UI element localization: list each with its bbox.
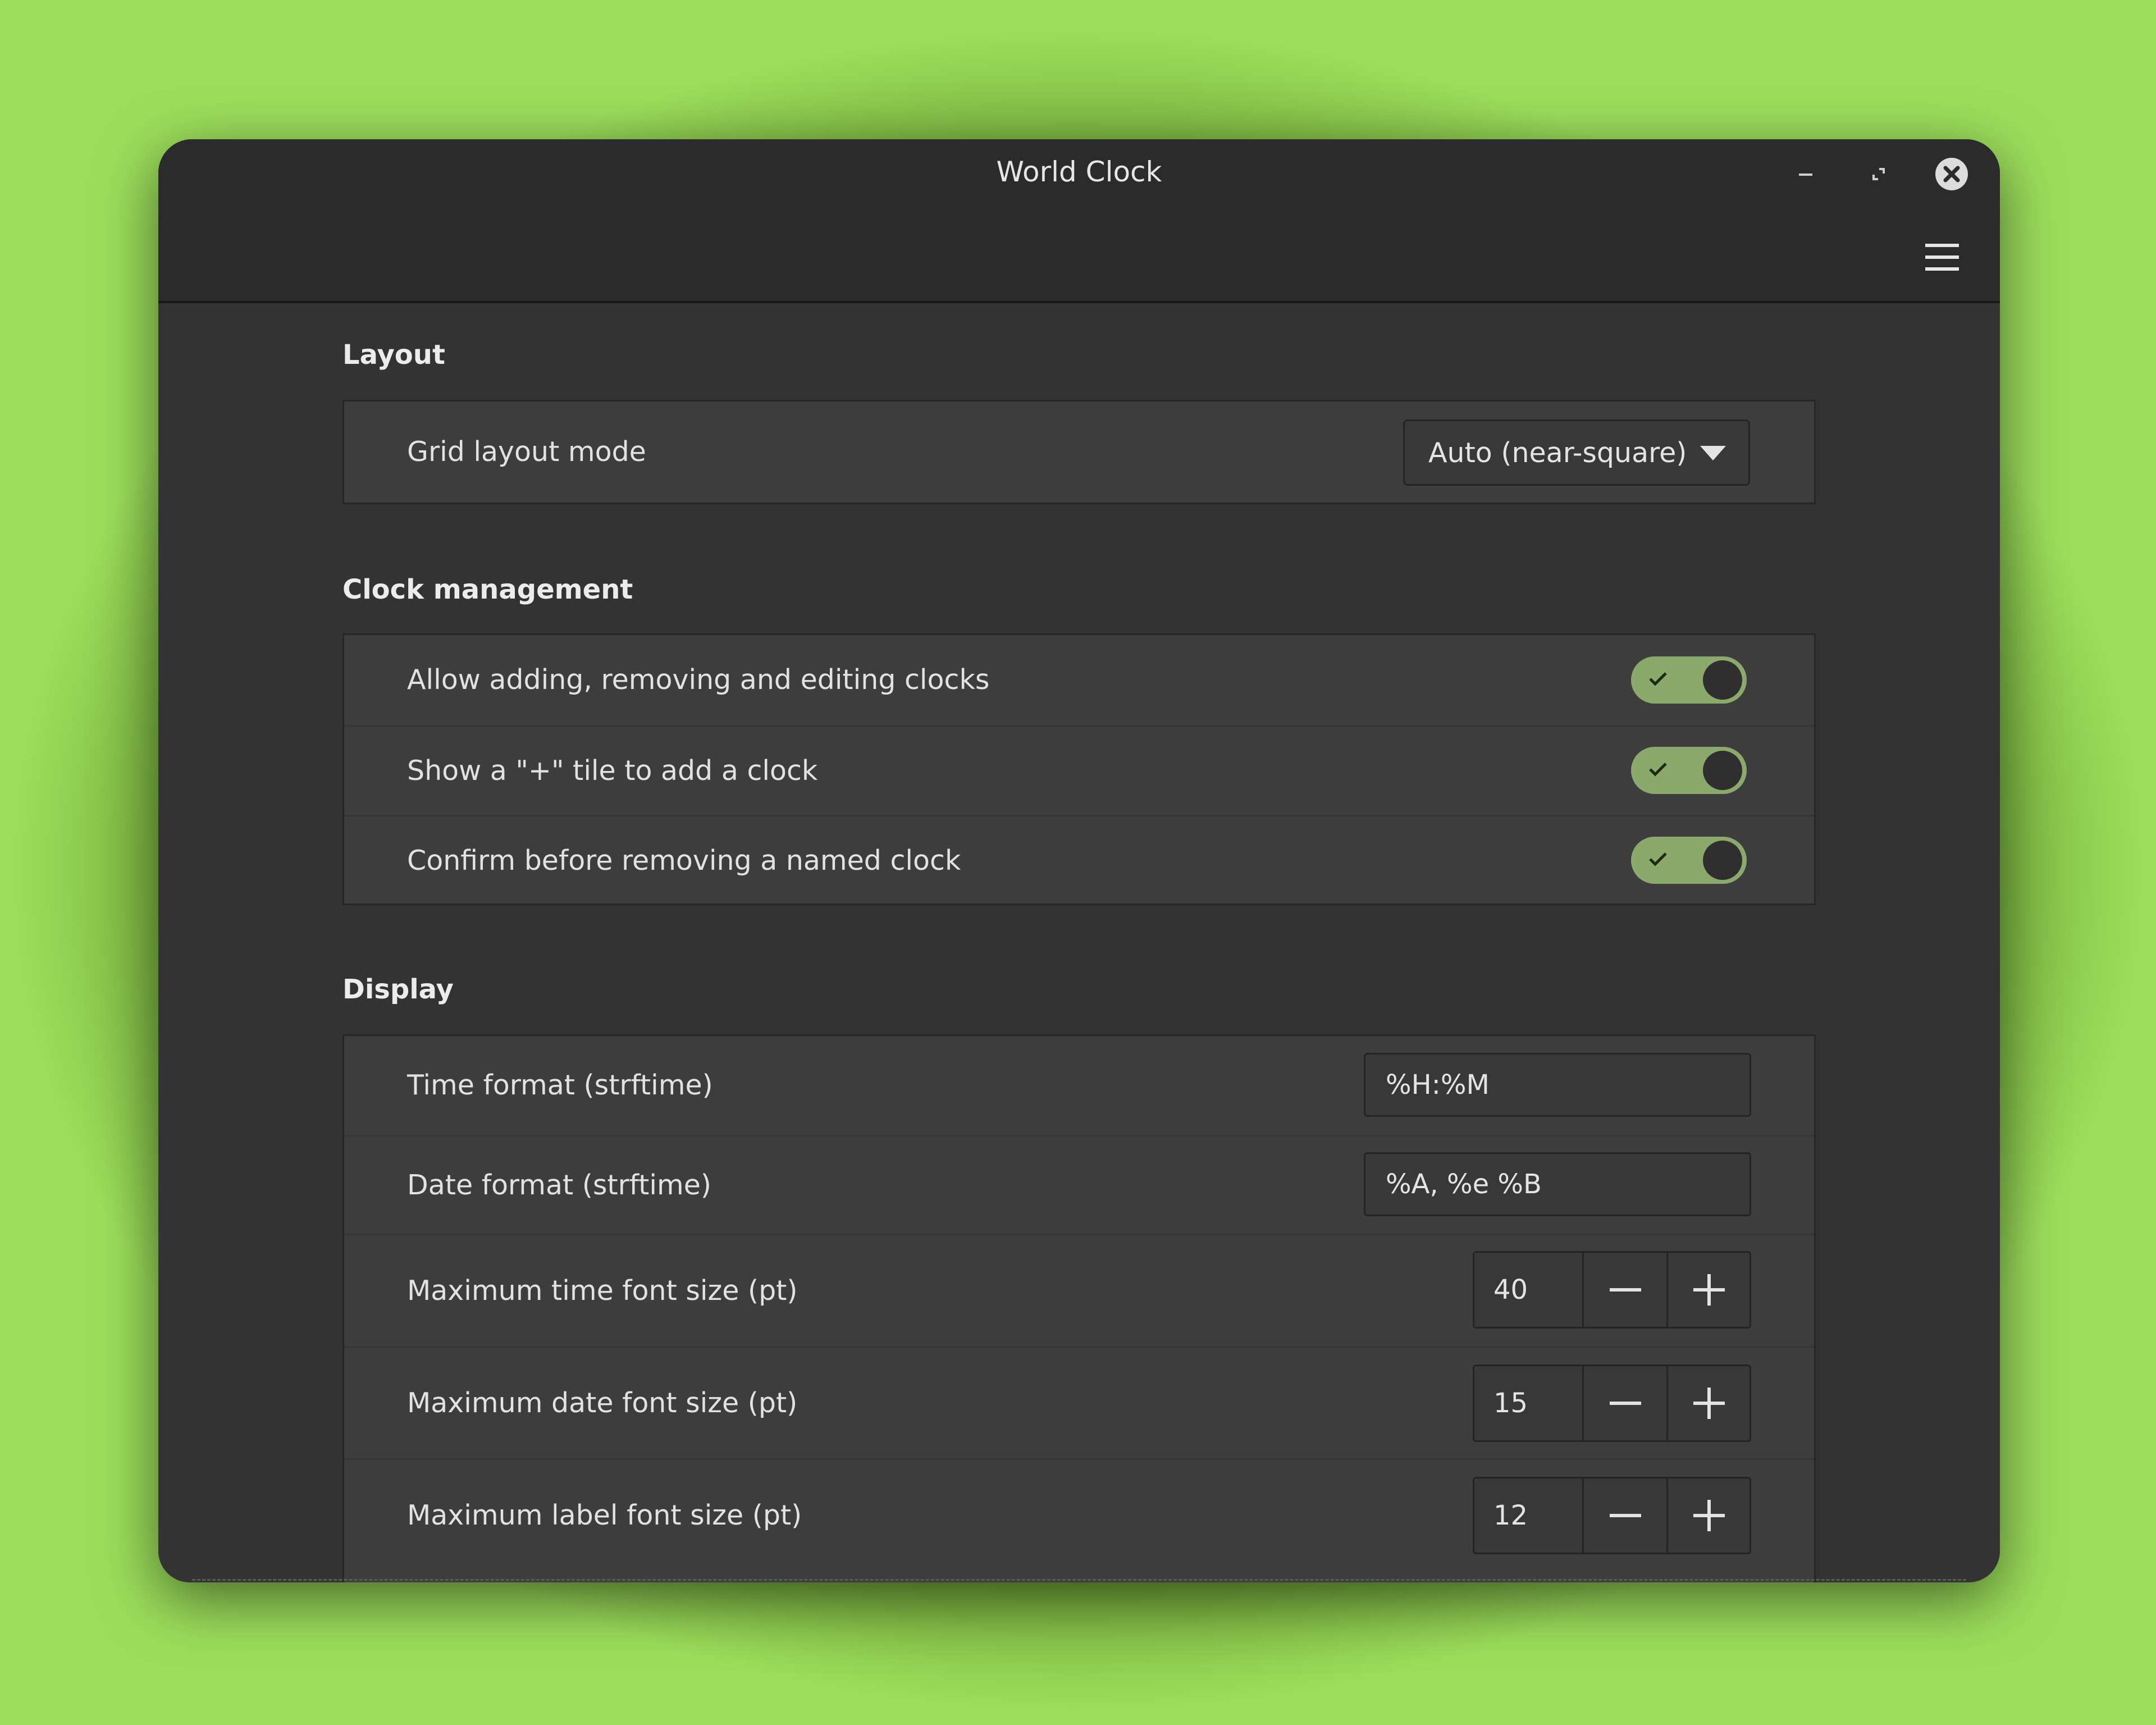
layout-group: Grid layout mode Auto (near-square) xyxy=(342,400,1816,504)
preferences-content: Layout Grid layout mode Auto (near-squar… xyxy=(158,303,2000,1582)
date-format-row: Date format (strftime) %A, %e %B xyxy=(344,1135,1814,1234)
date-font-size-row: Maximum date font size (pt) 15 xyxy=(344,1346,1814,1458)
toggle-knob xyxy=(1703,841,1742,880)
plus-icon xyxy=(1693,1274,1725,1306)
minimize-button[interactable] xyxy=(1788,156,1824,192)
date-font-size-spinner: 15 xyxy=(1473,1365,1751,1442)
date-font-size-value[interactable]: 15 xyxy=(1474,1366,1582,1440)
date-format-label: Date format (strftime) xyxy=(407,1169,711,1201)
date-font-size-label: Maximum date font size (pt) xyxy=(407,1386,798,1419)
date-format-value: %A, %e %B xyxy=(1386,1169,1542,1200)
confirm-removal-label: Confirm before removing a named clock xyxy=(407,844,961,877)
maximize-icon xyxy=(1872,168,1885,180)
grid-layout-mode-row: Grid layout mode Auto (near-square) xyxy=(344,401,1814,503)
hamburger-menu-icon xyxy=(1925,244,1959,271)
world-clock-window: World Clock Layout Grid layout mode Auto… xyxy=(158,139,2000,1582)
maximize-button[interactable] xyxy=(1861,156,1897,192)
section-title-layout: Layout xyxy=(342,339,445,371)
label-font-size-increment-button[interactable] xyxy=(1666,1478,1750,1553)
plus-icon xyxy=(1693,1388,1725,1419)
time-font-size-increment-button[interactable] xyxy=(1666,1253,1750,1327)
close-button[interactable] xyxy=(1934,156,1970,192)
time-format-input[interactable]: %H:%M xyxy=(1364,1053,1751,1117)
minimize-icon xyxy=(1799,174,1812,176)
label-font-size-decrement-button[interactable] xyxy=(1582,1478,1666,1553)
time-font-size-value[interactable]: 40 xyxy=(1474,1253,1582,1327)
time-format-row: Time format (strftime) %H:%M xyxy=(344,1036,1814,1135)
time-format-label: Time format (strftime) xyxy=(407,1069,713,1101)
date-font-size-decrement-button[interactable] xyxy=(1582,1366,1666,1440)
grid-layout-mode-value: Auto (near-square) xyxy=(1428,436,1687,469)
show-plus-tile-row: Show a "+" tile to add a clock xyxy=(344,725,1814,815)
label-font-size-label: Maximum label font size (pt) xyxy=(407,1499,802,1531)
toggle-knob xyxy=(1703,660,1742,700)
section-title-clock-management: Clock management xyxy=(342,574,633,605)
time-font-size-row: Maximum time font size (pt) 40 xyxy=(344,1234,1814,1346)
time-font-size-decrement-button[interactable] xyxy=(1582,1253,1666,1327)
main-menu-button[interactable] xyxy=(1917,236,1967,279)
toggle-knob xyxy=(1703,751,1742,790)
minus-icon xyxy=(1609,1288,1641,1292)
clock-management-group: Allow adding, removing and editing clock… xyxy=(342,633,1816,905)
label-font-size-spinner: 12 xyxy=(1473,1477,1751,1554)
minus-icon xyxy=(1609,1402,1641,1405)
time-format-value: %H:%M xyxy=(1386,1069,1490,1101)
display-group: Time format (strftime) %H:%M Date format… xyxy=(342,1034,1816,1582)
confirm-removal-row: Confirm before removing a named clock xyxy=(344,815,1814,905)
time-font-size-spinner: 40 xyxy=(1473,1251,1751,1329)
time-font-size-label: Maximum time font size (pt) xyxy=(407,1274,798,1307)
allow-editing-toggle[interactable] xyxy=(1631,656,1747,704)
check-icon xyxy=(1649,672,1667,686)
allow-editing-row: Allow adding, removing and editing clock… xyxy=(344,635,1814,725)
grid-layout-mode-dropdown[interactable]: Auto (near-square) xyxy=(1403,419,1750,486)
minus-icon xyxy=(1609,1514,1641,1517)
check-icon xyxy=(1649,763,1667,777)
show-plus-tile-label: Show a "+" tile to add a clock xyxy=(407,754,818,787)
check-icon xyxy=(1649,852,1667,866)
window-title: World Clock xyxy=(996,156,1162,188)
confirm-removal-toggle[interactable] xyxy=(1631,837,1747,884)
date-font-size-increment-button[interactable] xyxy=(1666,1366,1750,1440)
plus-icon xyxy=(1693,1500,1725,1531)
date-format-input[interactable]: %A, %e %B xyxy=(1364,1152,1751,1216)
close-icon xyxy=(1935,158,1968,190)
label-font-size-value[interactable]: 12 xyxy=(1474,1478,1582,1553)
show-plus-tile-toggle[interactable] xyxy=(1631,747,1747,794)
section-title-display: Display xyxy=(342,974,454,1005)
label-font-size-row: Maximum label font size (pt) 12 xyxy=(344,1458,1814,1571)
triangle-down-icon xyxy=(1700,446,1726,460)
allow-editing-label: Allow adding, removing and editing clock… xyxy=(407,664,990,696)
window-bottom-edge xyxy=(192,1579,1966,1582)
header-bar: World Clock xyxy=(158,139,2000,303)
grid-layout-mode-label: Grid layout mode xyxy=(407,436,646,468)
